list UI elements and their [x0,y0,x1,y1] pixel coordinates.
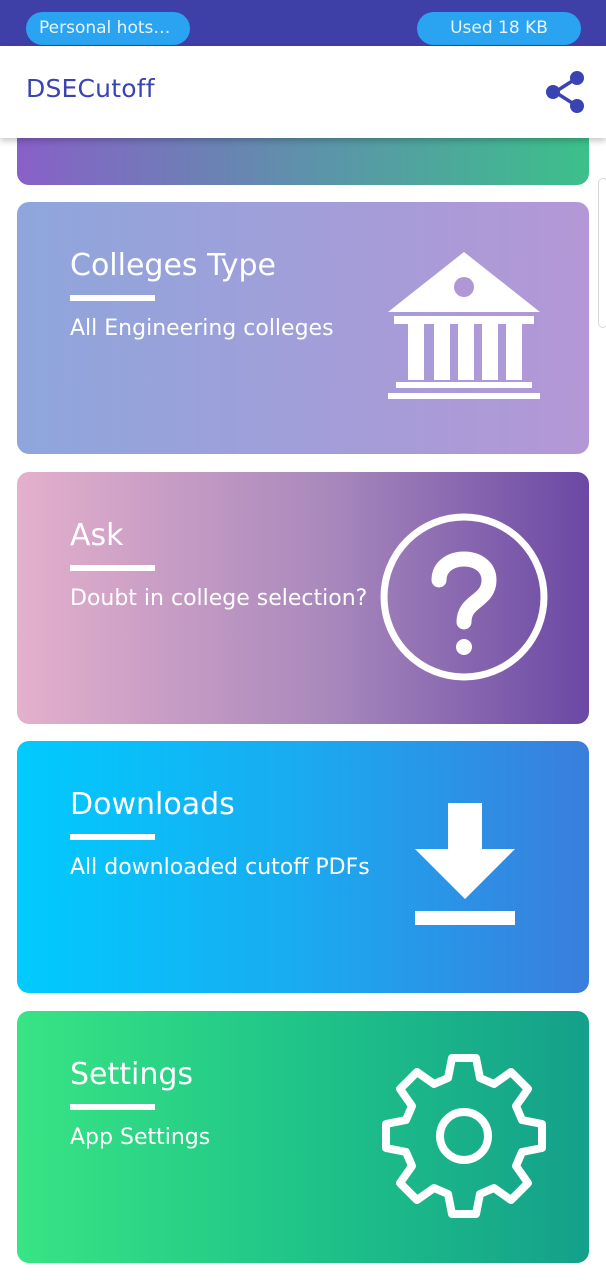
ask-card[interactable]: Ask Doubt in college selection? [17,472,589,724]
hotspot-indicator[interactable]: Personal hotspot… [26,12,190,45]
app-title: DSECutoff [26,74,155,103]
gear-icon [382,1054,546,1218]
card-subtitle: Doubt in college selection? [70,586,368,611]
card-title: Colleges Type [70,248,277,283]
card-subtitle: App Settings [70,1125,211,1150]
title-underline [70,295,155,301]
card-subtitle: All Engineering colleges [70,316,334,341]
settings-card[interactable]: Settings App Settings [17,1011,589,1263]
data-usage-indicator[interactable]: Used 18 KB [417,12,581,45]
card-title: Ask [70,518,124,553]
card-title: Downloads [70,787,235,822]
download-icon [415,803,515,925]
title-underline [70,565,155,571]
question-circle-icon [380,513,548,681]
app-bar: DSECutoff [0,46,606,138]
share-icon[interactable] [544,70,586,114]
downloads-card[interactable]: Downloads All downloaded cutoff PDFs [17,741,589,993]
institution-icon [388,252,540,399]
title-underline [70,834,155,840]
card-subtitle: All downloaded cutoff PDFs [70,855,370,880]
colleges-type-card[interactable]: Colleges Type All Engineering colleges [17,202,589,454]
status-bar: Personal hotspot… Used 18 KB [0,0,606,46]
card-title: Settings [70,1057,194,1092]
title-underline [70,1104,155,1110]
edge-panel-handle[interactable] [598,178,606,328]
